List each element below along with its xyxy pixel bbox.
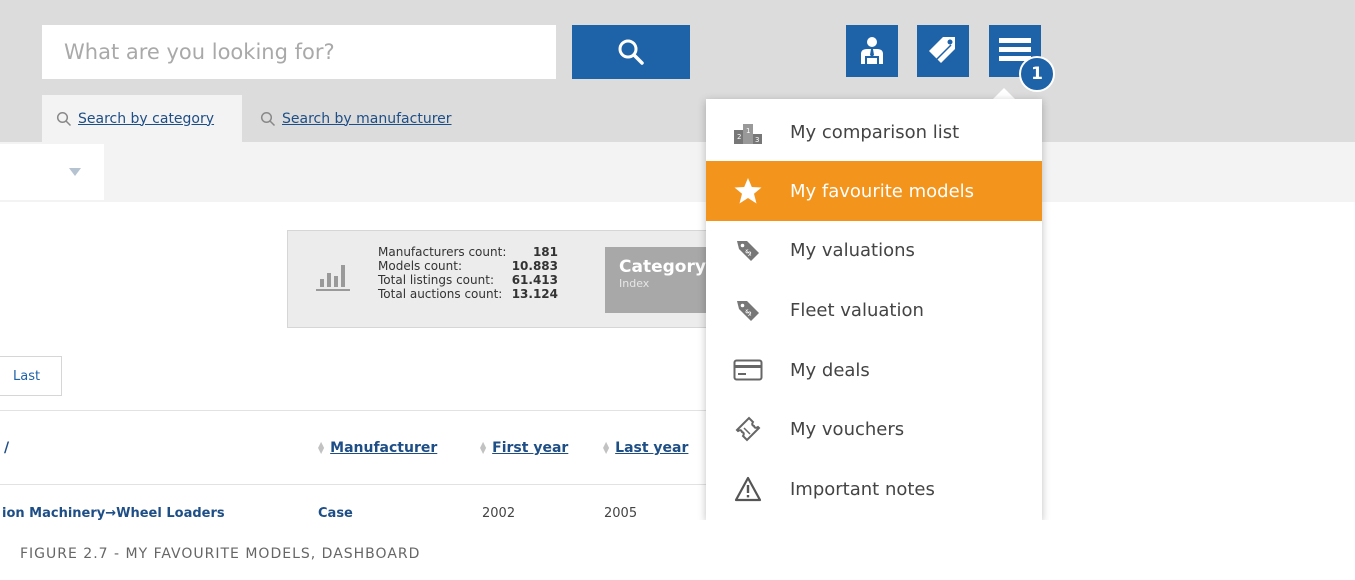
stats-label: Total auctions count:	[378, 287, 503, 301]
stats-value: 61.413	[511, 273, 558, 287]
filter-bar	[0, 142, 1355, 202]
column-header-manufacturer[interactable]: ▲ ▼ Manufacturer	[318, 440, 437, 456]
menu-item-label: My vouchers	[790, 418, 905, 440]
menu-item-comparison-list[interactable]: 2 1 3 My comparison list	[706, 102, 1042, 162]
menu-item-label: My comparison list	[790, 121, 960, 143]
price-tags-icon	[929, 37, 955, 63]
menu-item-valuations[interactable]: $ My valuations	[706, 220, 1042, 280]
stats-row: Total auctions count: 13.124	[378, 287, 558, 301]
menu-item-label: Fleet valuation	[790, 299, 924, 321]
menu-item-fleet-valuation[interactable]: $ Fleet valuation	[706, 280, 1042, 340]
dealer-account-button[interactable]	[846, 25, 898, 77]
menu-item-favourite-models[interactable]: My favourite models	[706, 161, 1042, 221]
tab-label: Search by manufacturer	[282, 110, 452, 127]
ticket-icon	[706, 414, 790, 444]
step-badge: 1	[1019, 56, 1055, 92]
search-input[interactable]	[42, 25, 556, 79]
figure-caption: FIGURE 2.7 - MY FAVOURITE MODELS, DASHBO…	[20, 546, 421, 562]
stats-row: Models count: 10.883	[378, 259, 558, 273]
sort-icon: ▲ ▼	[603, 440, 610, 455]
table-divider	[0, 410, 707, 411]
menu-item-deals[interactable]: My deals	[706, 340, 1042, 400]
column-header-category[interactable]: /	[4, 440, 9, 456]
column-header-label: Manufacturer	[330, 440, 438, 456]
stats-panel: Manufacturers count: 181 Models count: 10.…	[287, 230, 707, 328]
user-dropdown-menu: 2 1 3 My comparison list My favourite mo…	[706, 99, 1042, 520]
credit-card-icon	[706, 359, 790, 381]
category-dropdown[interactable]	[0, 144, 104, 200]
chevron-down-icon	[69, 168, 81, 176]
table-cell-manufacturer-link[interactable]: Case	[318, 506, 353, 521]
search-icon	[56, 111, 72, 126]
tab-search-by-category[interactable]: Search by category	[42, 95, 242, 142]
svg-text:1: 1	[746, 127, 750, 135]
sort-icon: ▲ ▼	[318, 440, 325, 455]
svg-text:2: 2	[737, 133, 741, 141]
podium-icon: 2 1 3	[706, 120, 790, 144]
warning-icon	[706, 476, 790, 502]
price-tags-button[interactable]	[917, 25, 969, 77]
stats-value: 181	[532, 245, 558, 259]
stats-value: 10.883	[511, 259, 558, 273]
menu-item-label: My favourite models	[790, 180, 975, 202]
stats-label: Models count:	[378, 259, 462, 273]
table-divider	[0, 484, 707, 485]
dealer-user-icon	[861, 37, 883, 64]
search-button[interactable]	[572, 25, 690, 79]
category-index-subtitle: Index	[619, 277, 650, 290]
table-cell-first-year: 2002	[482, 506, 516, 521]
column-header-last-year[interactable]: ▲ ▼ Last year	[603, 440, 688, 456]
price-tag-icon: $	[706, 297, 790, 323]
search-icon	[618, 39, 644, 65]
price-tag-icon: $	[706, 237, 790, 263]
svg-text:3: 3	[755, 136, 759, 144]
bar-chart-icon	[316, 265, 350, 291]
stats-value: 13.124	[511, 287, 558, 301]
stats-row: Manufacturers count: 181	[378, 245, 558, 259]
tab-search-by-manufacturer[interactable]: Search by manufacturer	[260, 95, 452, 142]
menu-item-vouchers[interactable]: My vouchers	[706, 399, 1042, 459]
column-header-label: Last year	[615, 440, 689, 456]
table-cell-last-year: 2005	[604, 506, 638, 521]
table-cell-category-link[interactable]: ion Machinery→Wheel Loaders	[2, 506, 225, 521]
tab-label: Search by category	[78, 110, 215, 127]
stats-label: Manufacturers count:	[378, 245, 507, 259]
column-header-first-year[interactable]: ▲ ▼ First year	[480, 440, 568, 456]
menu-item-important-notes[interactable]: Important notes	[706, 459, 1042, 519]
stats-rows: Manufacturers count: 181 Models count: 10.…	[378, 245, 558, 301]
sort-icon: ▲ ▼	[480, 440, 487, 455]
menu-item-label: My valuations	[790, 239, 915, 261]
column-header-label: First year	[492, 440, 569, 456]
stats-label: Total listings count:	[378, 273, 494, 287]
star-icon	[706, 176, 790, 206]
category-index-button[interactable]: Category Index	[605, 247, 707, 313]
pager-last-button[interactable]: Last	[0, 356, 62, 396]
menu-item-label: My deals	[790, 359, 870, 381]
search-icon	[260, 111, 276, 126]
category-index-title: Category	[619, 257, 706, 277]
column-header-fragment: /	[4, 440, 10, 456]
menu-item-label: Important notes	[790, 478, 935, 500]
stats-row: Total listings count: 61.413	[378, 273, 558, 287]
